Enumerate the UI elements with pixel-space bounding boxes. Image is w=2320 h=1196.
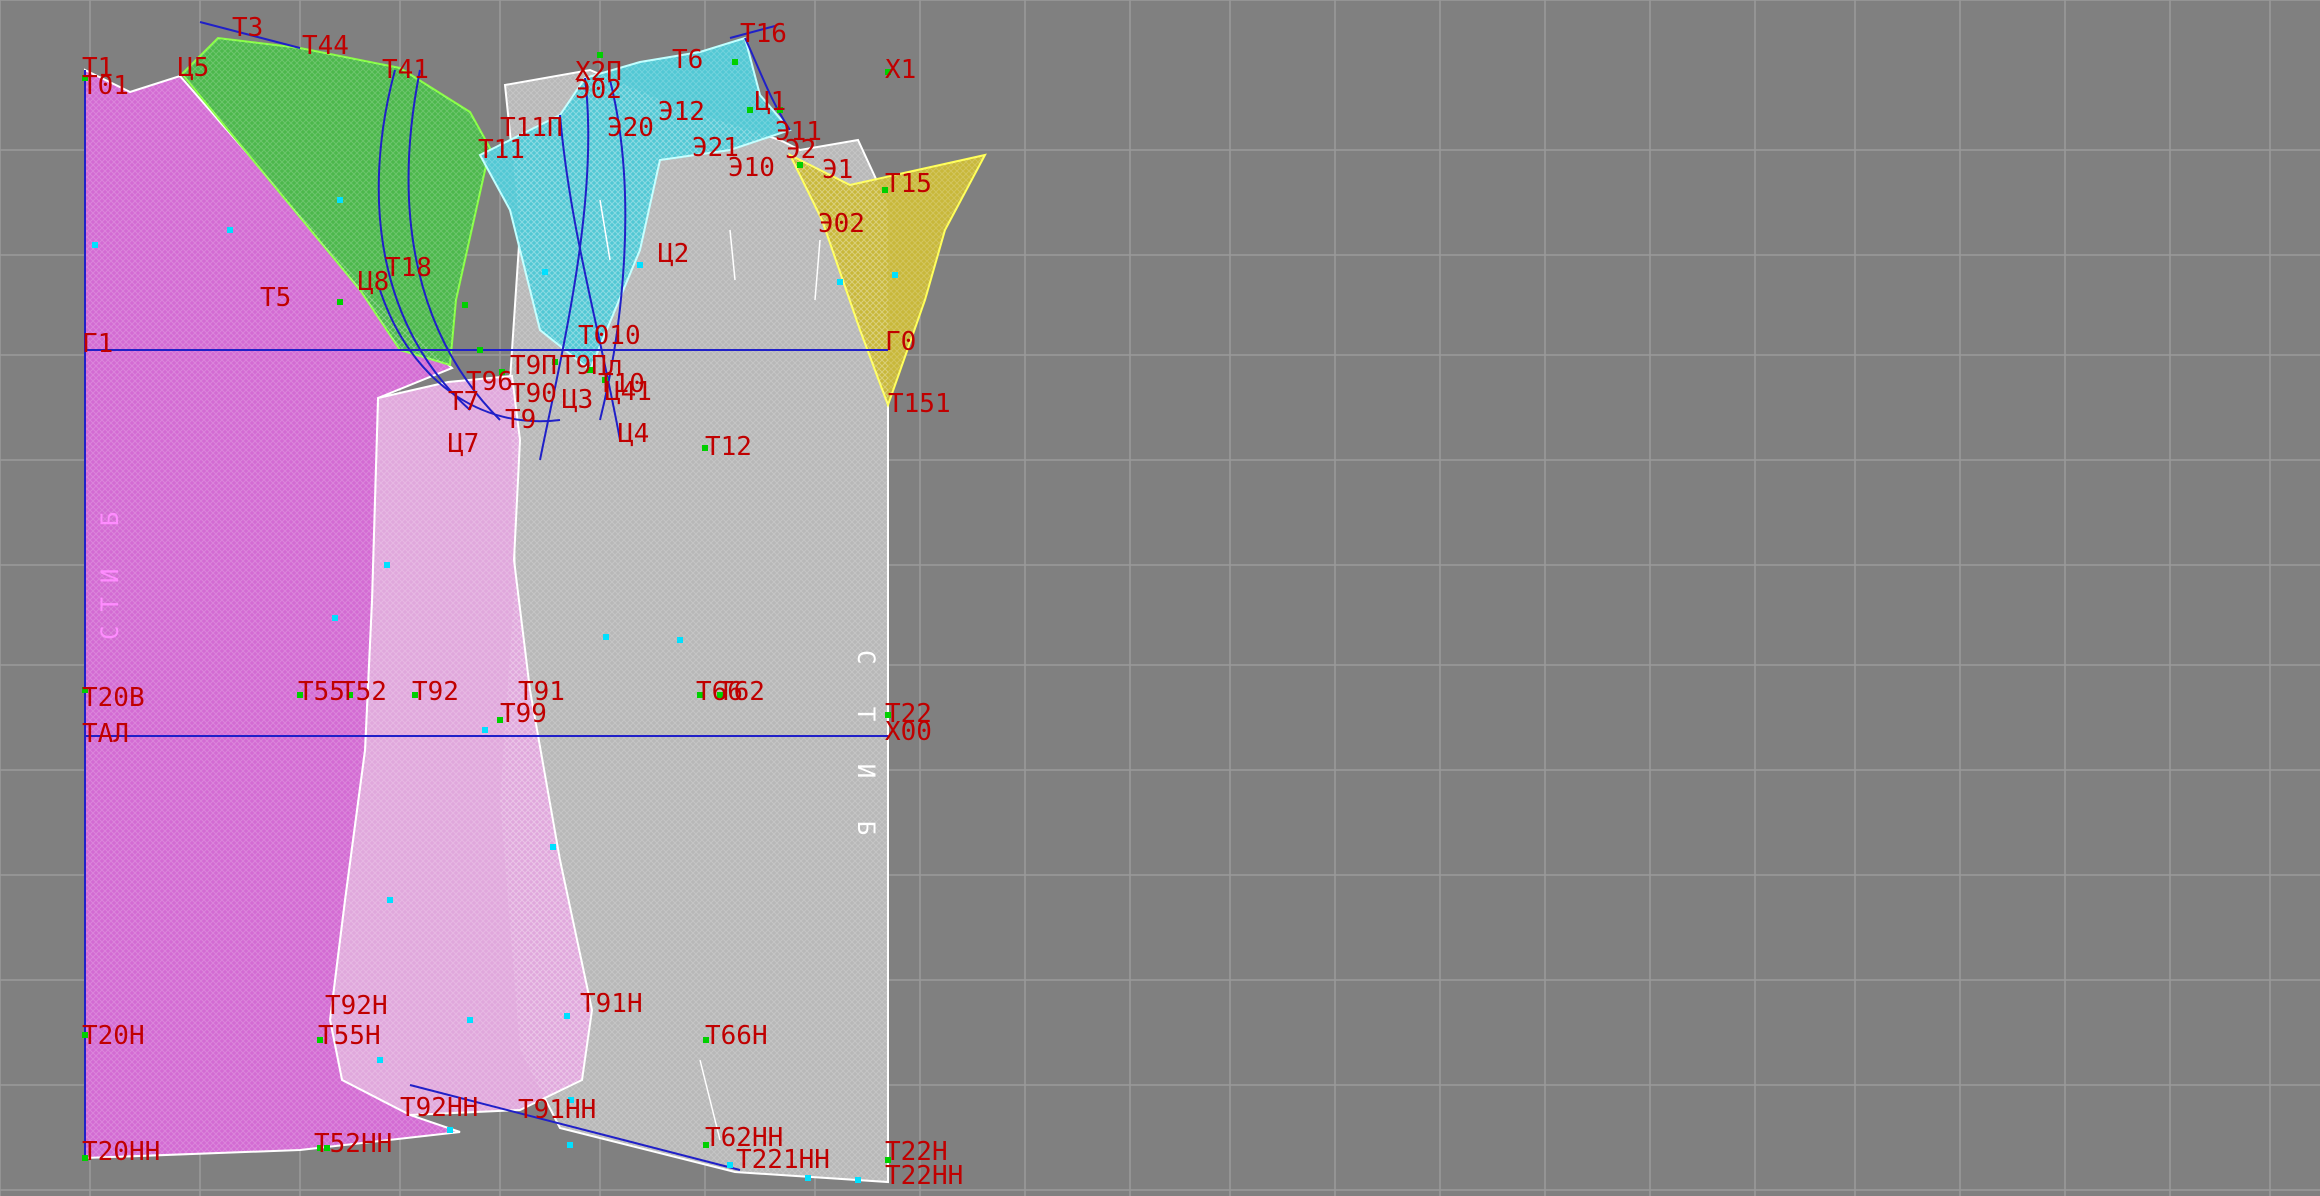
point-label-t10: Т10 (598, 369, 645, 399)
point-label-t22nn: Т22НН (885, 1161, 963, 1191)
construction-point[interactable] (387, 897, 393, 903)
point-label-e02b: Э02 (818, 209, 865, 239)
point-label-t66n: Т66Н (705, 1021, 768, 1051)
construction-point[interactable] (477, 347, 483, 353)
point-label-e02: Э02 (575, 75, 622, 105)
point-label-t52nn: Т52НН (314, 1129, 392, 1159)
back-grain-text: С Т И Б (852, 650, 880, 849)
point-label-kh1: Х1 (885, 55, 916, 85)
point-label-t01: Т01 (82, 71, 129, 101)
point-label-t92: Т92 (412, 677, 459, 707)
point-label-t55: Т55 (298, 677, 345, 707)
point-label-g1: Г1 (82, 329, 113, 359)
point-label-t9: Т9 (505, 405, 536, 435)
construction-point[interactable] (855, 1177, 861, 1183)
point-label-t3: Т3 (232, 13, 263, 43)
construction-point[interactable] (677, 637, 683, 643)
point-label-e10: Э10 (728, 153, 775, 183)
construction-point[interactable] (603, 634, 609, 640)
point-label-t52: Т52 (340, 677, 387, 707)
construction-point[interactable] (567, 1142, 573, 1148)
point-label-e1: Э1 (822, 155, 853, 185)
point-label-t7: Т7 (448, 387, 479, 417)
point-label-t16: Т16 (740, 19, 787, 49)
construction-point[interactable] (550, 844, 556, 850)
point-label-t92n: Т92Н (325, 991, 388, 1021)
point-label-kh00: Х00 (885, 717, 932, 747)
point-label-ts3: Ц3 (562, 385, 593, 415)
construction-point[interactable] (727, 1162, 733, 1168)
construction-point[interactable] (805, 1175, 811, 1181)
point-label-t20nn: Т20НН (82, 1137, 160, 1167)
construction-point[interactable] (337, 197, 343, 203)
construction-point[interactable] (337, 299, 343, 305)
point-label-t5: Т5 (260, 283, 291, 313)
point-label-t20n: Т20Н (82, 1021, 145, 1051)
point-label-t221nn: Т221НН (736, 1145, 830, 1175)
point-label-t010: Т010 (578, 321, 641, 351)
point-label-tal: ТАЛ (82, 719, 129, 749)
construction-point[interactable] (747, 107, 753, 113)
point-label-ts1: Ц1 (755, 87, 786, 117)
construction-point[interactable] (482, 727, 488, 733)
pattern-canvas[interactable]: Т1Т01Ц5Т3Т44Т41 Х2ПЭ02Т6Т16Х1Т11ПТ11Э20Э1… (0, 0, 2320, 1196)
construction-point[interactable] (564, 1013, 570, 1019)
point-label-t151: Т151 (888, 389, 951, 419)
construction-point[interactable] (837, 279, 843, 285)
construction-point[interactable] (384, 562, 390, 568)
point-label-t12: Т12 (705, 432, 752, 462)
point-label-t99: Т99 (500, 699, 547, 729)
point-label-e20: Э20 (607, 113, 654, 143)
point-label-t91nn: Т91НН (518, 1095, 596, 1125)
construction-point[interactable] (227, 227, 233, 233)
point-label-t44: Т44 (302, 31, 349, 61)
point-label-ts4: Ц4 (618, 419, 649, 449)
construction-point[interactable] (467, 1017, 473, 1023)
cad-workspace[interactable]: Т1 Т01 Ц5 Т3 Т44 Т41 Х2П Э02 Т6 Т16 Х1 Т11П Т11 Э20 Э1… (0, 0, 2320, 1196)
point-label-ts7: Ц7 (448, 429, 479, 459)
point-label-ts2: Ц2 (658, 239, 689, 269)
point-label-e12: Э12 (658, 97, 705, 127)
construction-point[interactable] (92, 242, 98, 248)
point-label-t11: Т11 (478, 135, 525, 165)
point-label-t91n: Т91Н (580, 989, 643, 1019)
construction-point[interactable] (892, 272, 898, 278)
point-label-e2: Э2 (785, 135, 816, 165)
point-label-g0: Г0 (885, 327, 916, 357)
construction-point[interactable] (447, 1127, 453, 1133)
construction-point[interactable] (377, 1057, 383, 1063)
point-label-t62: Т62 (718, 677, 765, 707)
construction-point[interactable] (332, 615, 338, 621)
point-label-t18: Т18 (385, 253, 432, 283)
point-label-t6: Т6 (672, 45, 703, 75)
point-label-t41: Т41 (382, 55, 429, 85)
point-label-t15: Т15 (885, 169, 932, 199)
construction-point[interactable] (462, 302, 468, 308)
construction-point[interactable] (732, 59, 738, 65)
construction-point[interactable] (637, 262, 643, 268)
point-label-ts5: Ц5 (178, 53, 209, 83)
point-label-t9p: Т9П (510, 351, 557, 381)
point-label-t55n: Т55Н (318, 1021, 381, 1051)
construction-point[interactable] (542, 269, 548, 275)
point-label-t20v: Т20В (82, 683, 145, 713)
point-label-t92nn: Т92НН (400, 1093, 478, 1123)
front-grain-text: СТИ Б (96, 498, 124, 640)
